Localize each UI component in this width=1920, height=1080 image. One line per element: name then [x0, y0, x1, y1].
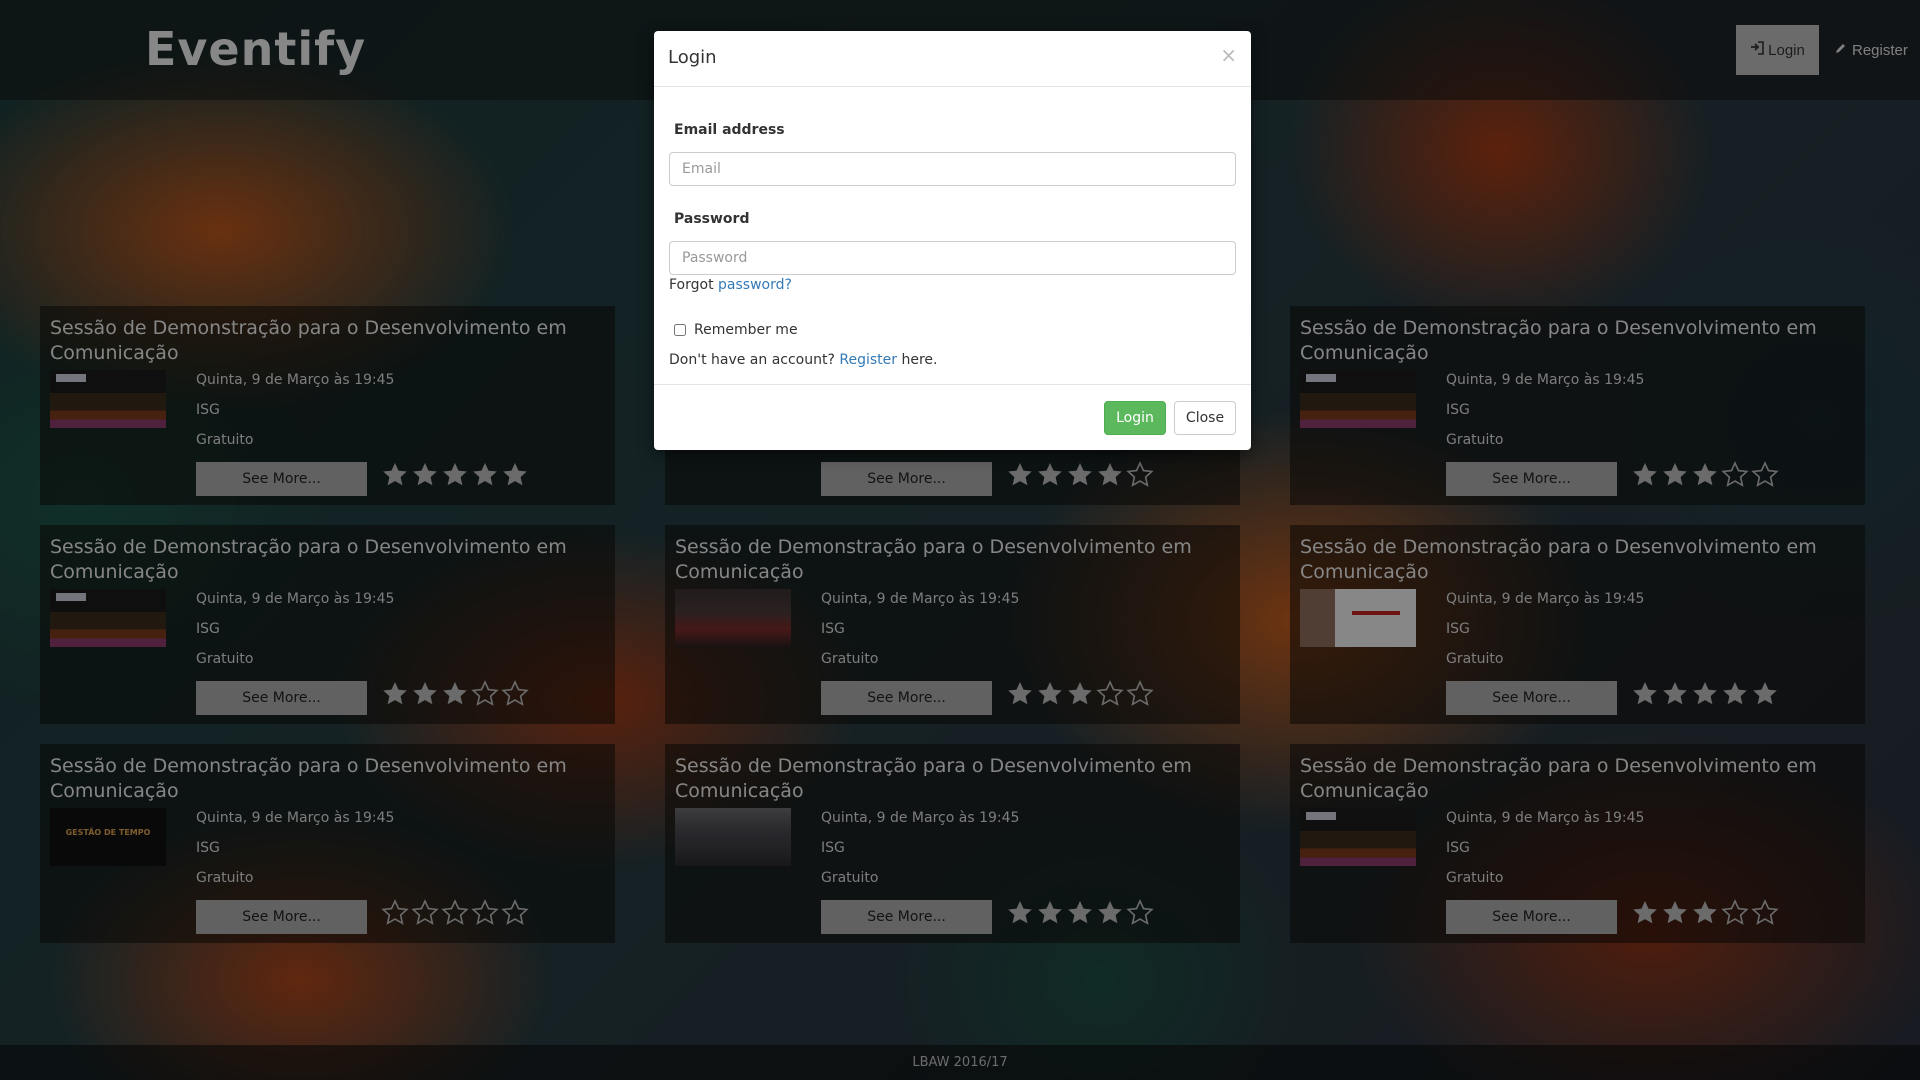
password-label: Password — [674, 211, 750, 227]
login-submit-button[interactable]: Login — [1104, 401, 1166, 435]
remember-me-checkbox[interactable] — [674, 324, 686, 336]
login-modal: Login × Email address Password Forgot pa… — [654, 31, 1251, 450]
forgot-password-link[interactable]: password? — [718, 277, 792, 293]
forgot-password-line: Forgot password? — [669, 277, 792, 293]
modal-title: Login — [668, 47, 717, 68]
remember-me-label: Remember me — [694, 322, 798, 338]
register-link[interactable]: Register — [839, 352, 897, 368]
register-line: Don't have an account? Register here. — [669, 352, 937, 368]
modal-header: Login × — [654, 31, 1251, 87]
no-account-suffix: here. — [901, 352, 938, 368]
email-field[interactable] — [669, 152, 1236, 186]
modal-footer: Login Close — [654, 384, 1251, 450]
remember-me[interactable]: Remember me — [674, 322, 798, 338]
no-account-prefix: Don't have an account? — [669, 352, 835, 368]
close-icon[interactable]: × — [1220, 43, 1237, 67]
forgot-prefix: Forgot — [669, 277, 714, 293]
password-field[interactable] — [669, 241, 1236, 275]
close-button[interactable]: Close — [1174, 401, 1236, 435]
email-label: Email address — [674, 122, 785, 138]
